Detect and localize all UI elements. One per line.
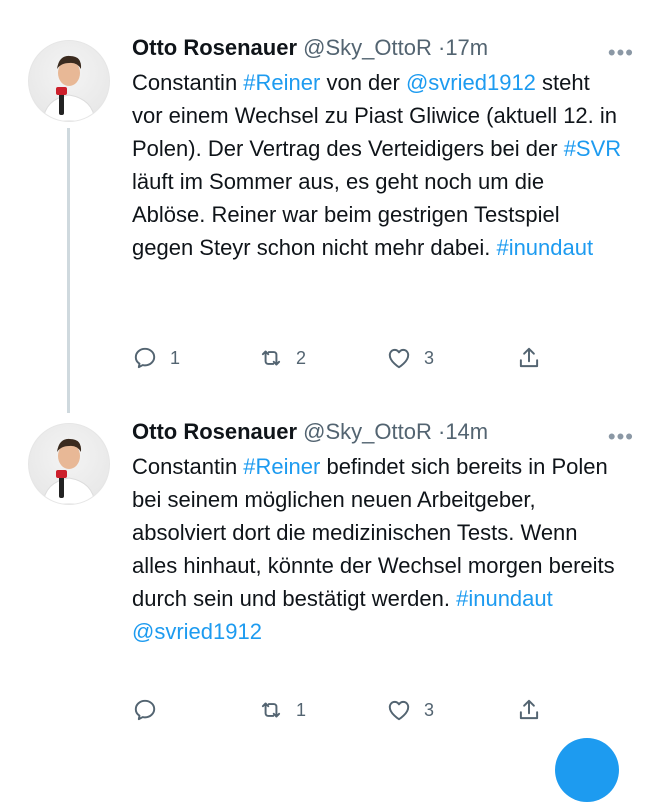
tweet-content: Otto Rosenauer @Sky_OttoR ·14m Constanti…	[132, 417, 622, 648]
tweet-actions: 1 2 3	[132, 345, 562, 375]
retweet-button[interactable]: 1	[258, 697, 306, 723]
tweet-header: Otto Rosenauer @Sky_OttoR ·14m	[132, 417, 622, 447]
reply-count: 1	[170, 347, 181, 368]
mention-link[interactable]: @svried1912	[406, 70, 536, 95]
mention-link[interactable]: @svried1912	[132, 619, 262, 644]
tweet-text-segment: von der	[320, 70, 406, 95]
avatar[interactable]	[28, 423, 110, 505]
share-button[interactable]	[516, 697, 542, 723]
like-icon	[388, 348, 410, 369]
reply-icon	[134, 699, 156, 721]
like-icon	[388, 700, 410, 721]
like-button[interactable]: 3	[386, 697, 434, 723]
tweet-content: Otto Rosenauer @Sky_OttoR ·17m Constanti…	[132, 33, 622, 264]
retweet-icon	[261, 350, 281, 366]
retweet-count: 1	[296, 699, 307, 720]
hashtag-link[interactable]: #Reiner	[243, 70, 320, 95]
share-button[interactable]	[516, 345, 542, 371]
author-name[interactable]: Otto Rosenauer	[132, 35, 297, 60]
hashtag-link[interactable]: #inundaut	[456, 586, 553, 611]
author-handle[interactable]: @Sky_OttoR	[303, 419, 432, 444]
tweet-text: Constantin #Reiner befindet sich bereits…	[132, 450, 622, 648]
share-icon	[519, 699, 539, 720]
hashtag-link[interactable]: #Reiner	[243, 454, 320, 479]
more-icon[interactable]: •••	[608, 40, 634, 66]
tweet-text: Constantin #Reiner von der @svried1912 s…	[132, 66, 622, 264]
timestamp[interactable]: 17m	[445, 35, 488, 60]
author-name[interactable]: Otto Rosenauer	[132, 419, 297, 444]
like-count: 3	[424, 347, 435, 368]
thread-connector-line	[67, 128, 70, 413]
hashtag-link[interactable]: #SVR	[564, 136, 621, 161]
avatar-image	[42, 438, 96, 504]
tweet-text-segment: Constantin	[132, 454, 244, 479]
avatar[interactable]	[28, 40, 110, 122]
share-icon	[519, 347, 539, 368]
retweet-icon	[261, 702, 281, 718]
reply-icon	[134, 347, 156, 369]
avatar-image	[42, 55, 96, 121]
reply-button[interactable]	[132, 697, 170, 723]
retweet-count: 2	[296, 347, 307, 368]
tweet-actions: 1 3	[132, 697, 562, 727]
hashtag-link[interactable]: #inundaut	[496, 235, 593, 260]
like-button[interactable]: 3	[386, 345, 434, 371]
retweet-button[interactable]: 2	[258, 345, 306, 371]
tweet-text-segment: Constantin	[132, 70, 244, 95]
like-count: 3	[424, 699, 435, 720]
more-icon[interactable]: •••	[608, 424, 634, 450]
tweet-header: Otto Rosenauer @Sky_OttoR ·17m	[132, 33, 622, 63]
author-handle[interactable]: @Sky_OttoR	[303, 35, 432, 60]
reply-button[interactable]: 1	[132, 345, 180, 371]
timestamp[interactable]: 14m	[445, 419, 488, 444]
compose-button[interactable]	[555, 738, 619, 802]
